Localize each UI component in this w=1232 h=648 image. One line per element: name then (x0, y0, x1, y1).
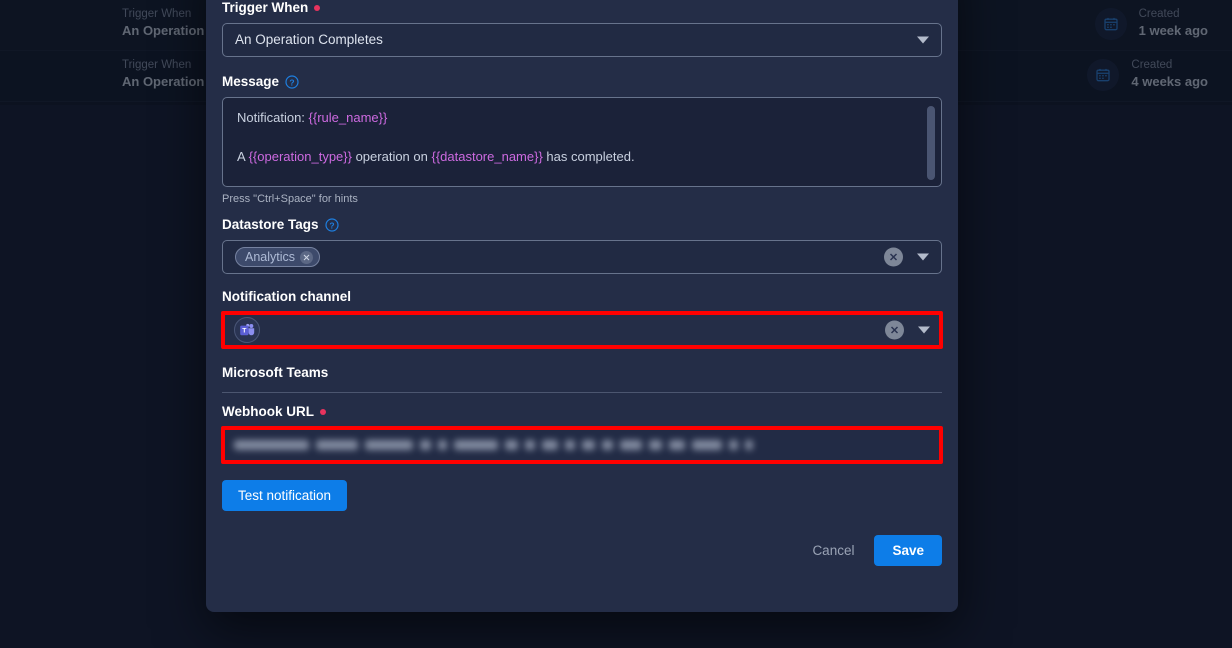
message-editor-scrollbar[interactable] (927, 106, 935, 180)
notification-channel-label: Notification channel (222, 289, 352, 304)
message-label: Message (222, 74, 280, 89)
test-notification-row: Test notification (222, 480, 942, 511)
microsoft-teams-icon: T (234, 317, 260, 343)
help-circle-icon[interactable]: ? (285, 75, 299, 89)
webhook-url-input[interactable] (222, 427, 942, 463)
message-token-rule-name: {{rule_name}} (308, 110, 388, 125)
tag-chip[interactable]: Analytics (235, 247, 321, 267)
clear-circle-icon[interactable] (884, 247, 903, 267)
redacted-text-segment (692, 440, 722, 450)
notification-channel-wrapper: T (221, 311, 943, 349)
section-divider (222, 392, 942, 393)
notification-rule-dialog: Trigger When An Operation Completes Mess… (206, 0, 958, 612)
webhook-url-label-row: Webhook URL (222, 404, 942, 420)
redacted-text-segment (316, 440, 358, 450)
field-notification-channel: Notification channel T (221, 289, 943, 349)
redacted-text-segment (729, 440, 738, 450)
message-line2-c: has completed. (542, 149, 635, 164)
help-circle-icon[interactable]: ? (324, 218, 339, 232)
redacted-text-segment (420, 440, 431, 450)
chevron-down-icon[interactable] (917, 253, 929, 261)
datastore-tags-label-row: Datastore Tags ? (222, 217, 942, 233)
redacted-text-segment (234, 440, 309, 450)
trigger-when-label-row: Trigger When (222, 0, 942, 16)
svg-text:?: ? (289, 77, 294, 87)
provider-name: Microsoft Teams (222, 365, 329, 380)
test-notification-button[interactable]: Test notification (222, 480, 348, 511)
message-hint: Press "Ctrl+Space" for hints (222, 193, 358, 205)
close-icon[interactable] (300, 250, 314, 264)
tag-chip-label: Analytics (245, 250, 296, 264)
webhook-url-wrapper (221, 426, 943, 464)
redacted-text-segment (365, 440, 413, 450)
trigger-when-value: An Operation Completes (235, 32, 383, 47)
clear-circle-icon[interactable] (885, 320, 904, 340)
provider-section: Microsoft Teams (222, 365, 942, 393)
redacted-text-segment (525, 440, 535, 450)
required-indicator-icon (320, 409, 326, 415)
redacted-text-segment (745, 440, 753, 450)
message-line-2: A {{operation_type}} operation on {{data… (237, 147, 927, 166)
redacted-text-segment (542, 440, 558, 450)
redacted-text-segment (565, 440, 575, 450)
redacted-text-segment (505, 440, 518, 450)
chevron-down-icon[interactable] (917, 36, 929, 44)
trigger-when-select[interactable]: An Operation Completes (222, 23, 942, 57)
trigger-when-label: Trigger When (222, 0, 309, 15)
redacted-text-segment (602, 440, 613, 450)
datastore-tags-label: Datastore Tags (222, 217, 319, 232)
field-webhook-url: Webhook URL (221, 404, 943, 464)
message-token-datastore-name: {{datastore_name}} (431, 149, 543, 164)
notification-channel-select[interactable]: T (222, 312, 942, 348)
redacted-text-segment (620, 440, 642, 450)
webhook-url-label: Webhook URL (222, 404, 314, 419)
required-indicator-icon (314, 5, 321, 11)
redacted-text-segment (582, 440, 595, 450)
message-line-1: Notification: {{rule_name}} (237, 108, 927, 127)
message-line2-b: operation on (351, 149, 432, 164)
cancel-button[interactable]: Cancel (800, 535, 866, 566)
notification-channel-label-row: Notification channel (222, 289, 942, 305)
message-line2-a: A (237, 149, 249, 164)
field-message: Message ? Notification: {{rule_name}} A … (222, 74, 942, 206)
message-token-operation-type: {{operation_type}} (248, 149, 352, 164)
redacted-text-segment (454, 440, 498, 450)
save-button[interactable]: Save (874, 535, 942, 566)
svg-text:?: ? (329, 220, 334, 230)
redacted-text-segment (438, 440, 447, 450)
field-datastore-tags: Datastore Tags ? Analytics (222, 217, 942, 274)
message-line1-prefix: Notification: (237, 110, 309, 125)
message-editor[interactable]: Notification: {{rule_name}} A {{operatio… (222, 97, 942, 187)
field-trigger-when: Trigger When An Operation Completes (222, 0, 942, 57)
message-label-row: Message ? (222, 74, 942, 90)
chevron-down-icon[interactable] (918, 326, 930, 334)
dialog-body: Trigger When An Operation Completes Mess… (221, 0, 943, 566)
redacted-text-segment (669, 440, 685, 450)
dialog-footer: Cancel Save (222, 535, 942, 566)
redacted-text-segment (649, 440, 662, 450)
datastore-tags-select[interactable]: Analytics (222, 240, 942, 274)
